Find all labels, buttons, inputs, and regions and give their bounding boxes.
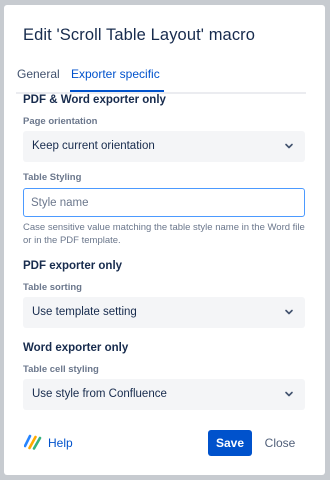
table-cell-styling-select[interactable]: Use style from Confluence [23, 379, 305, 410]
section-heading-pdf-word: PDF & Word exporter only [23, 94, 166, 106]
scroll-logo-icon [24, 434, 42, 450]
table-cell-styling-label: Table cell styling [23, 364, 99, 375]
tab-exporter-specific[interactable]: Exporter specific [71, 67, 160, 81]
chevron-down-icon [285, 143, 293, 149]
page-orientation-label: Page orientation [23, 116, 98, 127]
section-heading-word: Word exporter only [23, 342, 129, 354]
dialog-title: Edit 'Scroll Table Layout' macro [23, 26, 256, 44]
macro-edit-dialog: Edit 'Scroll Table Layout' macro General… [4, 5, 325, 475]
table-styling-label: Table Styling [23, 172, 82, 183]
chevron-down-icon [285, 391, 293, 397]
table-cell-styling-value: Use style from Confluence [32, 388, 167, 400]
tab-general[interactable]: General [17, 67, 60, 81]
active-tab-indicator [70, 90, 164, 92]
section-heading-pdf: PDF exporter only [23, 260, 123, 272]
page-orientation-value: Keep current orientation [32, 140, 155, 152]
table-styling-help-text: Case sensitive value matching the table … [23, 222, 305, 246]
save-button[interactable]: Save [208, 430, 252, 456]
table-sorting-select[interactable]: Use template setting [23, 297, 305, 328]
table-style-name-input[interactable] [23, 188, 305, 217]
table-sorting-label: Table sorting [23, 282, 82, 293]
close-button[interactable]: Close [258, 430, 302, 456]
help-label: Help [48, 436, 73, 450]
table-sorting-value: Use template setting [32, 306, 137, 318]
chevron-down-icon [285, 309, 293, 315]
page-orientation-select[interactable]: Keep current orientation [23, 131, 305, 162]
tab-bar: General Exporter specific [16, 62, 306, 94]
